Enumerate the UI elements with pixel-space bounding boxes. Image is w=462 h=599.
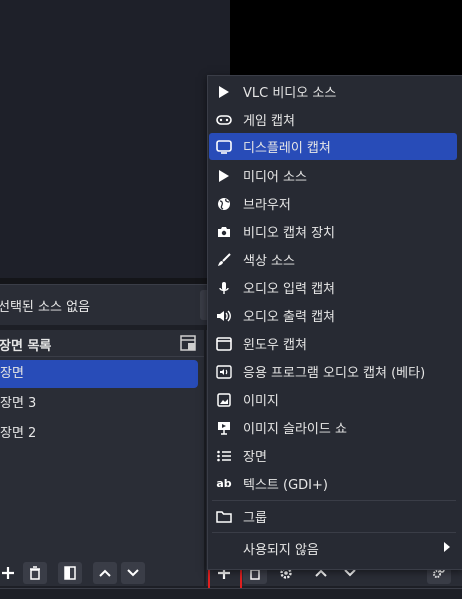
list-icon: [209, 450, 239, 462]
folder-icon: [209, 510, 239, 523]
menu-item-audio-output-capture[interactable]: 오디오 출력 캡쳐: [209, 302, 457, 329]
menu-item-browser[interactable]: 브라우저: [209, 190, 457, 217]
app-audio-icon: [209, 364, 239, 379]
menu-item-scene[interactable]: 장면: [209, 442, 457, 469]
menu-item-image-slideshow[interactable]: 이미지 슬라이드 쇼: [209, 414, 457, 441]
menu-item-label: 그룹: [243, 511, 267, 526]
menu-item-label: 미디어 소스: [243, 170, 307, 185]
microphone-icon: [209, 281, 239, 295]
menu-item-label: 비디오 캡쳐 장치: [243, 226, 335, 241]
menu-item-label: 브라우저: [243, 198, 291, 213]
preview-canvas-left: [0, 0, 230, 278]
play-icon: [209, 85, 239, 99]
scene-label: 장면 3: [0, 396, 37, 411]
scene-label: 장면 2: [0, 426, 37, 441]
menu-item-label: 오디오 출력 캡쳐: [243, 310, 335, 325]
scene-label: 장면: [0, 366, 24, 381]
scene-item[interactable]: 장면 3: [0, 390, 198, 418]
scenes-title: 장면 목록: [0, 339, 52, 354]
menu-item-game-capture[interactable]: 게임 캡쳐: [209, 106, 457, 133]
status-bar: [0, 588, 462, 599]
brush-icon: [209, 252, 239, 267]
menu-item-label: 색상 소스: [243, 254, 295, 269]
move-scene-up-button[interactable]: [93, 562, 117, 584]
image-icon: [209, 392, 239, 407]
menu-item-label: 사용되지 않음: [243, 543, 319, 558]
menu-item-application-audio-capture[interactable]: 응용 프로그램 오디오 캡쳐 (베타): [209, 358, 457, 385]
menu-separator: [212, 500, 456, 501]
play-icon: [209, 169, 239, 183]
text-icon: ab: [216, 477, 232, 490]
menu-item-label: 응용 프로그램 오디오 캡쳐 (베타): [243, 366, 426, 381]
window-icon: [209, 336, 239, 351]
scene-item[interactable]: 장면 2: [0, 420, 198, 448]
menu-item-display-capture[interactable]: 디스플레이 캡쳐: [209, 133, 457, 160]
menu-separator: [212, 532, 456, 533]
move-scene-down-button[interactable]: [121, 562, 145, 584]
trash-icon: [30, 566, 40, 580]
globe-icon: [209, 197, 239, 211]
menu-item-label: 장면: [243, 450, 267, 465]
scene-item[interactable]: 장면: [0, 360, 198, 388]
float-dock-icon[interactable]: [180, 335, 196, 351]
chevron-up-icon: [99, 569, 111, 577]
submenu-arrow-icon: [444, 542, 450, 552]
remove-scene-button[interactable]: [23, 562, 47, 584]
menu-item-media-source[interactable]: 미디어 소스: [209, 162, 457, 189]
menu-item-label: VLC 비디오 소스: [243, 86, 337, 101]
speaker-icon: [209, 309, 239, 323]
menu-item-text-gdi[interactable]: ab 텍스트 (GDI+): [209, 470, 457, 497]
menu-item-label: 윈도우 캡쳐: [243, 338, 307, 353]
camera-icon: [209, 226, 239, 238]
menu-item-label: 텍스트 (GDI+): [243, 478, 328, 493]
menu-item-label: 이미지 슬라이드 쇼: [243, 422, 347, 437]
menu-item-label: 이미지: [243, 394, 279, 409]
slideshow-icon: [209, 421, 239, 435]
menu-item-image[interactable]: 이미지: [209, 386, 457, 413]
gamepad-icon: [209, 114, 239, 125]
menu-item-window-capture[interactable]: 윈도우 캡쳐: [209, 330, 457, 357]
menu-item-deprecated[interactable]: 사용되지 않음: [209, 535, 457, 562]
monitor-icon: [209, 139, 239, 154]
menu-item-audio-input-capture[interactable]: 오디오 입력 캡쳐: [209, 274, 457, 301]
chevron-down-icon: [127, 569, 139, 577]
menu-item-group[interactable]: 그룹: [209, 503, 457, 530]
plus-icon: [2, 567, 14, 579]
menu-item-video-capture-device[interactable]: 비디오 캡쳐 장치: [209, 218, 457, 245]
no-source-selected-label: 선택된 소스 없음: [0, 300, 90, 315]
menu-item-color-source[interactable]: 색상 소스: [209, 246, 457, 273]
menu-item-label: 디스플레이 캡쳐: [243, 141, 331, 156]
add-scene-button[interactable]: [0, 562, 20, 584]
filter-icon: [64, 566, 76, 580]
menu-item-vlc-video-source[interactable]: VLC 비디오 소스: [209, 78, 457, 105]
scene-filters-button[interactable]: [58, 562, 82, 584]
menu-item-label: 오디오 입력 캡쳐: [243, 282, 335, 297]
menu-item-label: 게임 캡쳐: [243, 114, 295, 129]
